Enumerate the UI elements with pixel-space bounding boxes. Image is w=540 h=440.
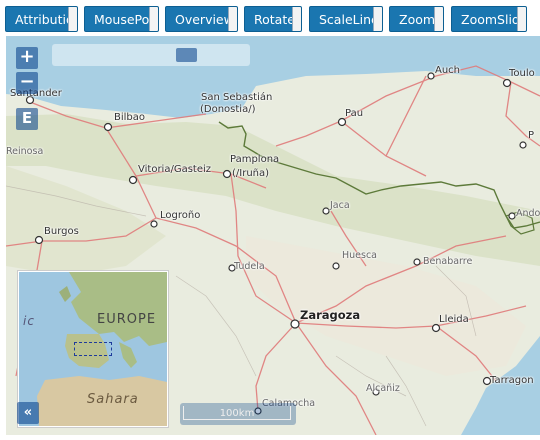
label-jaca: Jaca bbox=[330, 200, 350, 211]
toggle-attribution-knob bbox=[68, 7, 77, 31]
label-lleida: Lleida bbox=[439, 314, 469, 325]
label-pau: Pau bbox=[345, 108, 364, 119]
label-alcaniz: Alcañiz bbox=[366, 383, 400, 394]
label-burgos: Burgos bbox=[44, 226, 79, 237]
overview-label-atlantic: ic bbox=[23, 314, 35, 328]
label-zaragoza: Zaragoza bbox=[300, 308, 361, 322]
toggle-overviewmap-knob bbox=[228, 7, 237, 31]
label-auch: Auch bbox=[435, 65, 461, 76]
label-reinosa: Reinosa bbox=[6, 146, 44, 157]
label-benabarre: Benabarre bbox=[423, 256, 473, 267]
zoom-slider[interactable] bbox=[52, 44, 250, 66]
label-tudela: Tudela bbox=[234, 261, 265, 272]
zoom-in-button[interactable]: + bbox=[16, 47, 38, 69]
toggle-mouseposition-button[interactable]: MousePos bbox=[84, 6, 159, 32]
toggle-zoom-knob bbox=[434, 7, 443, 31]
label-logrono: Logroño bbox=[160, 210, 201, 221]
toggle-rotate-label: Rotate bbox=[254, 12, 295, 27]
zoom-out-button[interactable]: − bbox=[16, 72, 38, 94]
toggle-zoomslider-button[interactable]: ZoomSlide bbox=[451, 6, 527, 32]
overview-collapse-button[interactable]: « bbox=[17, 402, 39, 424]
toggle-zoomslider-knob bbox=[517, 7, 526, 31]
overview-map[interactable]: EUROPE ic Sahara bbox=[17, 270, 169, 428]
label-pamplona-1: Pamplona bbox=[230, 154, 280, 165]
toggle-mouseposition-knob bbox=[149, 7, 158, 31]
scale-line-label: 100km bbox=[183, 406, 291, 420]
toggle-attribution-button[interactable]: Attribution bbox=[5, 6, 78, 32]
label-andorra: Ando bbox=[516, 208, 540, 219]
label-huesca: Huesca bbox=[342, 250, 378, 261]
toggle-scaleline-knob bbox=[373, 7, 382, 31]
toggle-rotate-knob bbox=[292, 7, 301, 31]
label-vitoria: Vitoria/Gasteiz bbox=[138, 164, 212, 175]
scale-line: 100km bbox=[180, 403, 296, 425]
label-san-sebastian-1: San Sebastián bbox=[201, 92, 273, 103]
zoom-to-extent-button[interactable]: E bbox=[16, 108, 38, 130]
toggle-rotate-button[interactable]: Rotate bbox=[244, 6, 302, 32]
overview-label-sahara: Sahara bbox=[87, 392, 139, 407]
zoom-slider-thumb[interactable] bbox=[176, 48, 197, 62]
label-tarragona: Tarragon bbox=[490, 375, 534, 386]
label-p: P bbox=[528, 130, 535, 141]
toggle-scaleline-label: ScaleLine bbox=[319, 12, 379, 27]
control-toolbar: Attribution MousePos OverviewM Rotate Sc… bbox=[0, 0, 540, 36]
toggle-zoom-button[interactable]: Zoom bbox=[389, 6, 444, 32]
toggle-zoom-label: Zoom bbox=[399, 12, 436, 27]
label-bilbao: Bilbao bbox=[114, 112, 146, 123]
label-toulouse: Toulo bbox=[509, 68, 535, 79]
overview-label-europe: EUROPE bbox=[97, 312, 157, 327]
map-viewport[interactable]: Santander Bilbao Reinosa San Sebastián (… bbox=[6, 36, 540, 435]
toggle-overviewmap-button[interactable]: OverviewM bbox=[165, 6, 238, 32]
overview-map-viewport[interactable]: EUROPE ic Sahara bbox=[19, 272, 167, 426]
toggle-scaleline-button[interactable]: ScaleLine bbox=[309, 6, 383, 32]
overview-extent-box[interactable] bbox=[74, 342, 112, 356]
toggle-mouseposition-label: MousePos bbox=[94, 12, 156, 27]
label-san-sebastian-2: (Donostia/) bbox=[200, 104, 256, 115]
label-pamplona-2: (/Iruña) bbox=[232, 168, 270, 179]
